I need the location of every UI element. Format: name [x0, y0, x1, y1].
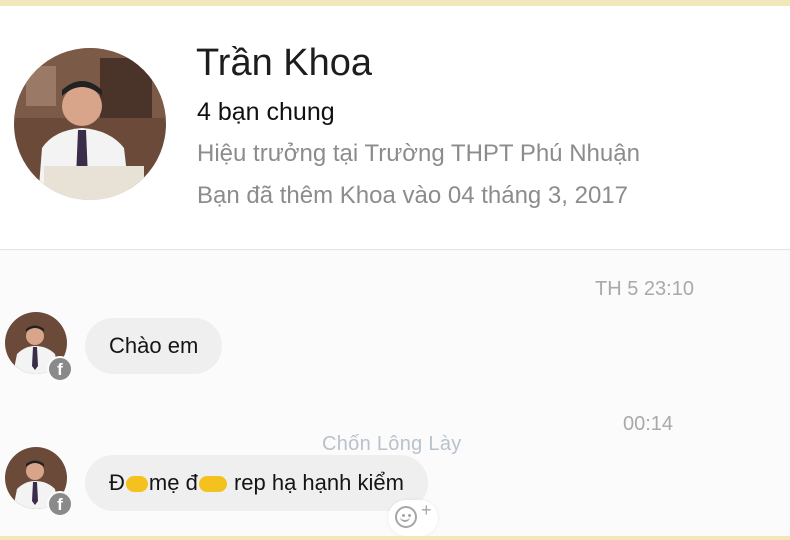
message-text: Chào em [109, 333, 199, 358]
profile-job-title: Hiệu trưởng tại Trường THPT Phú Nhuận [197, 140, 640, 167]
message-text-part: rep hạ hạnh kiểm [233, 470, 404, 495]
mutual-friends-count[interactable]: 4 bạn chung [197, 98, 335, 127]
sender-avatar[interactable]: f [5, 447, 73, 517]
sender-avatar[interactable]: f [5, 312, 73, 382]
message-timestamp: TH 5 23:10 [595, 278, 694, 300]
message-text-part: mẹ đ [148, 470, 198, 495]
redaction-mark [125, 476, 148, 493]
friend-since-text: Bạn đã thêm Khoa vào 04 tháng 3, 2017 [197, 182, 629, 209]
profile-name: Trần Khoa [196, 42, 373, 84]
message-bubble[interactable]: Đmẹ đ rep hạ hạnh kiểm [85, 455, 428, 511]
facebook-icon: f [47, 491, 73, 517]
facebook-icon: f [47, 356, 73, 382]
plus-icon: + [421, 500, 432, 520]
profile-avatar[interactable] [14, 48, 166, 200]
message-bubble[interactable]: Chào em [85, 318, 223, 374]
bottom-edge-strip [0, 536, 790, 540]
add-reaction-button[interactable]: + [388, 500, 438, 536]
redaction-mark [198, 476, 227, 493]
watermark-text: Chốn Lông Lày [322, 433, 462, 455]
message-timestamp: 00:14 [623, 413, 674, 435]
message-text-part: Đ [109, 470, 125, 495]
